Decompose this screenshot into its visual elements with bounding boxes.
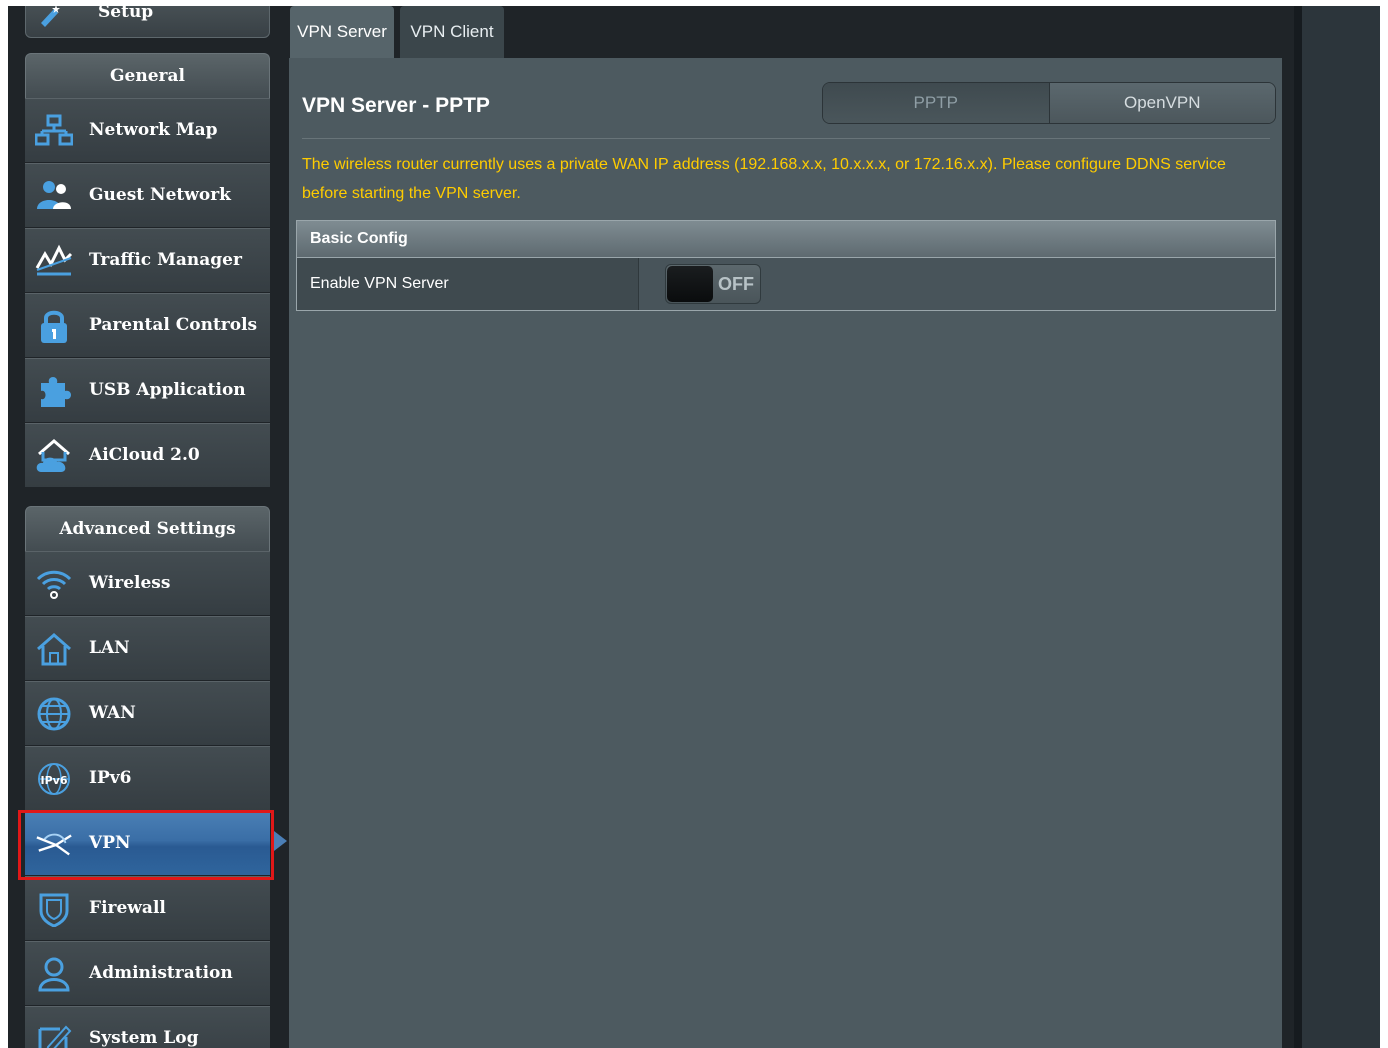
traffic-manager-icon (35, 242, 73, 280)
openvpn-button[interactable]: OpenVPN (1048, 83, 1275, 123)
sidebar-item-guest-network[interactable]: Guest Network (25, 163, 270, 227)
puzzle-icon (35, 372, 73, 410)
sidebar: Setup General Network Map Guest Network … (8, 6, 288, 1048)
home-icon (35, 630, 73, 668)
sidebar-item-label: Firewall (89, 898, 166, 918)
sidebar-item-parental-controls[interactable]: Parental Controls (25, 293, 270, 357)
edit-log-icon (35, 1020, 73, 1048)
sidebar-item-label: Administration (89, 963, 233, 983)
sidebar-item-label: Wireless (89, 573, 171, 593)
user-icon (35, 955, 73, 993)
advanced-settings-section-header: Advanced Settings (25, 506, 270, 551)
table-row: Enable VPN Server OFF (297, 257, 1275, 310)
sidebar-item-lan[interactable]: LAN (25, 616, 270, 680)
quick-setup-button[interactable]: Setup (25, 6, 270, 38)
sidebar-item-network-map[interactable]: Network Map (25, 98, 270, 162)
router-admin-window: Setup General Network Map Guest Network … (8, 6, 1380, 1048)
basic-config-table: Basic Config Enable VPN Server OFF (296, 220, 1276, 311)
enable-vpn-server-label: Enable VPN Server (297, 258, 639, 310)
sidebar-item-administration[interactable]: Administration (25, 941, 270, 1005)
sidebar-item-usb-application[interactable]: USB Application (25, 358, 270, 422)
general-section-header: General (25, 53, 270, 98)
main-panel: VPN Server - PPTP PPTP OpenVPN The wirel… (289, 58, 1282, 1048)
aicloud-icon (35, 437, 73, 475)
lock-icon (35, 307, 73, 345)
vpn-icon (35, 825, 73, 863)
tab-vpn-server[interactable]: VPN Server (290, 6, 394, 58)
ipv6-globe-icon: IPv6 (35, 760, 73, 798)
toggle-knob (667, 266, 713, 302)
sidebar-item-label: Parental Controls (89, 315, 258, 335)
protocol-selector: PPTP OpenVPN (822, 82, 1276, 124)
enable-vpn-server-value: OFF (639, 258, 1275, 310)
sidebar-item-ipv6[interactable]: IPv6 IPv6 (25, 746, 270, 810)
basic-config-header: Basic Config (297, 221, 1275, 257)
tab-vpn-client[interactable]: VPN Client (400, 6, 504, 58)
toggle-state-label: OFF (718, 274, 754, 294)
ddns-warning-message: The wireless router currently uses a pri… (302, 156, 1226, 202)
sidebar-item-traffic-manager[interactable]: Traffic Manager (25, 228, 270, 292)
globe-icon (35, 695, 73, 733)
sidebar-item-label: LAN (89, 638, 130, 658)
setup-label: Setup (98, 6, 154, 22)
sidebar-item-firewall[interactable]: Firewall (25, 876, 270, 940)
enable-vpn-server-toggle[interactable]: OFF (665, 264, 761, 304)
sidebar-item-aicloud[interactable]: AiCloud 2.0 (25, 423, 270, 487)
sidebar-item-label: IPv6 (89, 768, 132, 788)
svg-text:IPv6: IPv6 (41, 774, 68, 787)
sidebar-item-label: WAN (89, 703, 136, 723)
sidebar-item-label: VPN (89, 833, 131, 853)
sidebar-item-label: USB Application (89, 380, 246, 400)
active-item-pointer (274, 831, 287, 851)
title-divider (302, 138, 1270, 139)
network-map-icon (35, 112, 73, 150)
setup-wand-icon (38, 6, 64, 27)
sidebar-item-wireless[interactable]: Wireless (25, 551, 270, 615)
right-margin (1294, 6, 1380, 1048)
wifi-icon (35, 565, 73, 603)
sidebar-item-label: Guest Network (89, 185, 231, 205)
guest-network-icon (35, 177, 73, 215)
sidebar-item-label: System Log (89, 1028, 199, 1048)
sidebar-item-label: Traffic Manager (89, 250, 242, 270)
sidebar-item-label: Network Map (89, 120, 218, 140)
shield-icon (35, 890, 73, 928)
pptp-button[interactable]: PPTP (823, 83, 1049, 123)
page-title: VPN Server - PPTP (302, 94, 490, 117)
sidebar-item-label: AiCloud 2.0 (89, 445, 200, 465)
sidebar-item-system-log[interactable]: System Log (25, 1006, 270, 1048)
sidebar-item-wan[interactable]: WAN (25, 681, 270, 745)
sidebar-item-vpn[interactable]: VPN (25, 811, 270, 875)
